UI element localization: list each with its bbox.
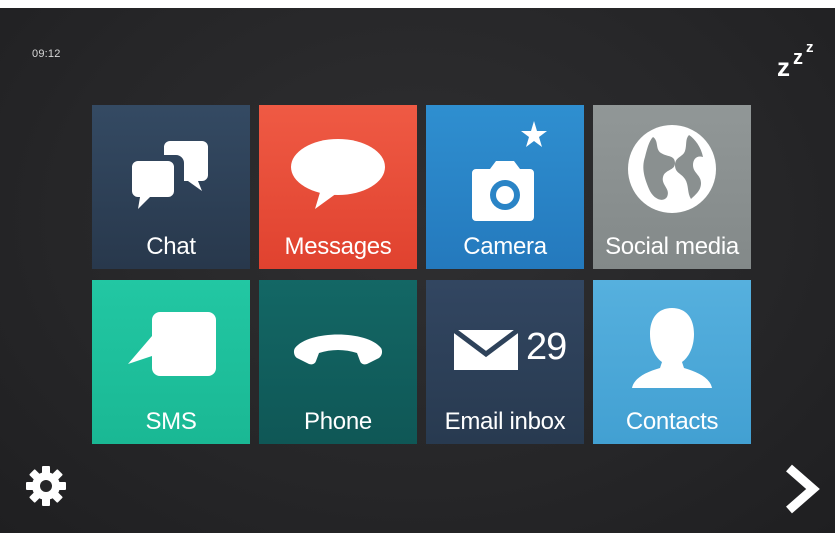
tile-label: Contacts xyxy=(625,408,719,435)
gear-icon[interactable] xyxy=(24,464,68,508)
tile-camera[interactable]: Camera xyxy=(426,105,584,269)
tile-social-media[interactable]: Social media xyxy=(593,105,751,269)
chat-bubbles-icon xyxy=(92,105,250,223)
tile-sms[interactable]: SMS xyxy=(92,280,250,444)
speech-bubble-icon xyxy=(259,105,417,223)
svg-text:z: z xyxy=(777,52,790,80)
tile-label: SMS xyxy=(145,408,197,435)
tile-label: Messages xyxy=(284,233,392,260)
app-grid: Chat Messages Camera Social media SMS Ph… xyxy=(92,105,751,444)
chevron-right-icon[interactable] xyxy=(781,462,821,516)
svg-text:z: z xyxy=(806,39,814,56)
tile-chat[interactable]: Chat xyxy=(92,105,250,269)
home-screen: 09:12 z z z Chat Messages Camera Social … xyxy=(0,8,835,533)
tile-label: Camera xyxy=(463,233,547,260)
globe-icon xyxy=(593,105,751,223)
envelope-icon: 29 xyxy=(426,280,584,398)
clock: 09:12 xyxy=(32,48,61,60)
tile-label: Email inbox xyxy=(444,408,566,435)
tile-messages[interactable]: Messages xyxy=(259,105,417,269)
unread-count-badge: 29 xyxy=(526,326,567,368)
tile-email-inbox[interactable]: 29 Email inbox xyxy=(426,280,584,444)
tile-label: Phone xyxy=(304,408,372,435)
phone-handset-icon xyxy=(259,280,417,398)
sleep-zzz-icon[interactable]: z z z xyxy=(771,32,821,82)
tile-label: Social media xyxy=(605,233,739,260)
tile-label: Chat xyxy=(146,233,196,260)
tile-phone[interactable]: Phone xyxy=(259,280,417,444)
sms-bubble-icon xyxy=(92,280,250,398)
person-icon xyxy=(593,280,751,398)
tile-contacts[interactable]: Contacts xyxy=(593,280,751,444)
camera-icon xyxy=(426,105,584,223)
svg-text:z: z xyxy=(793,47,803,69)
